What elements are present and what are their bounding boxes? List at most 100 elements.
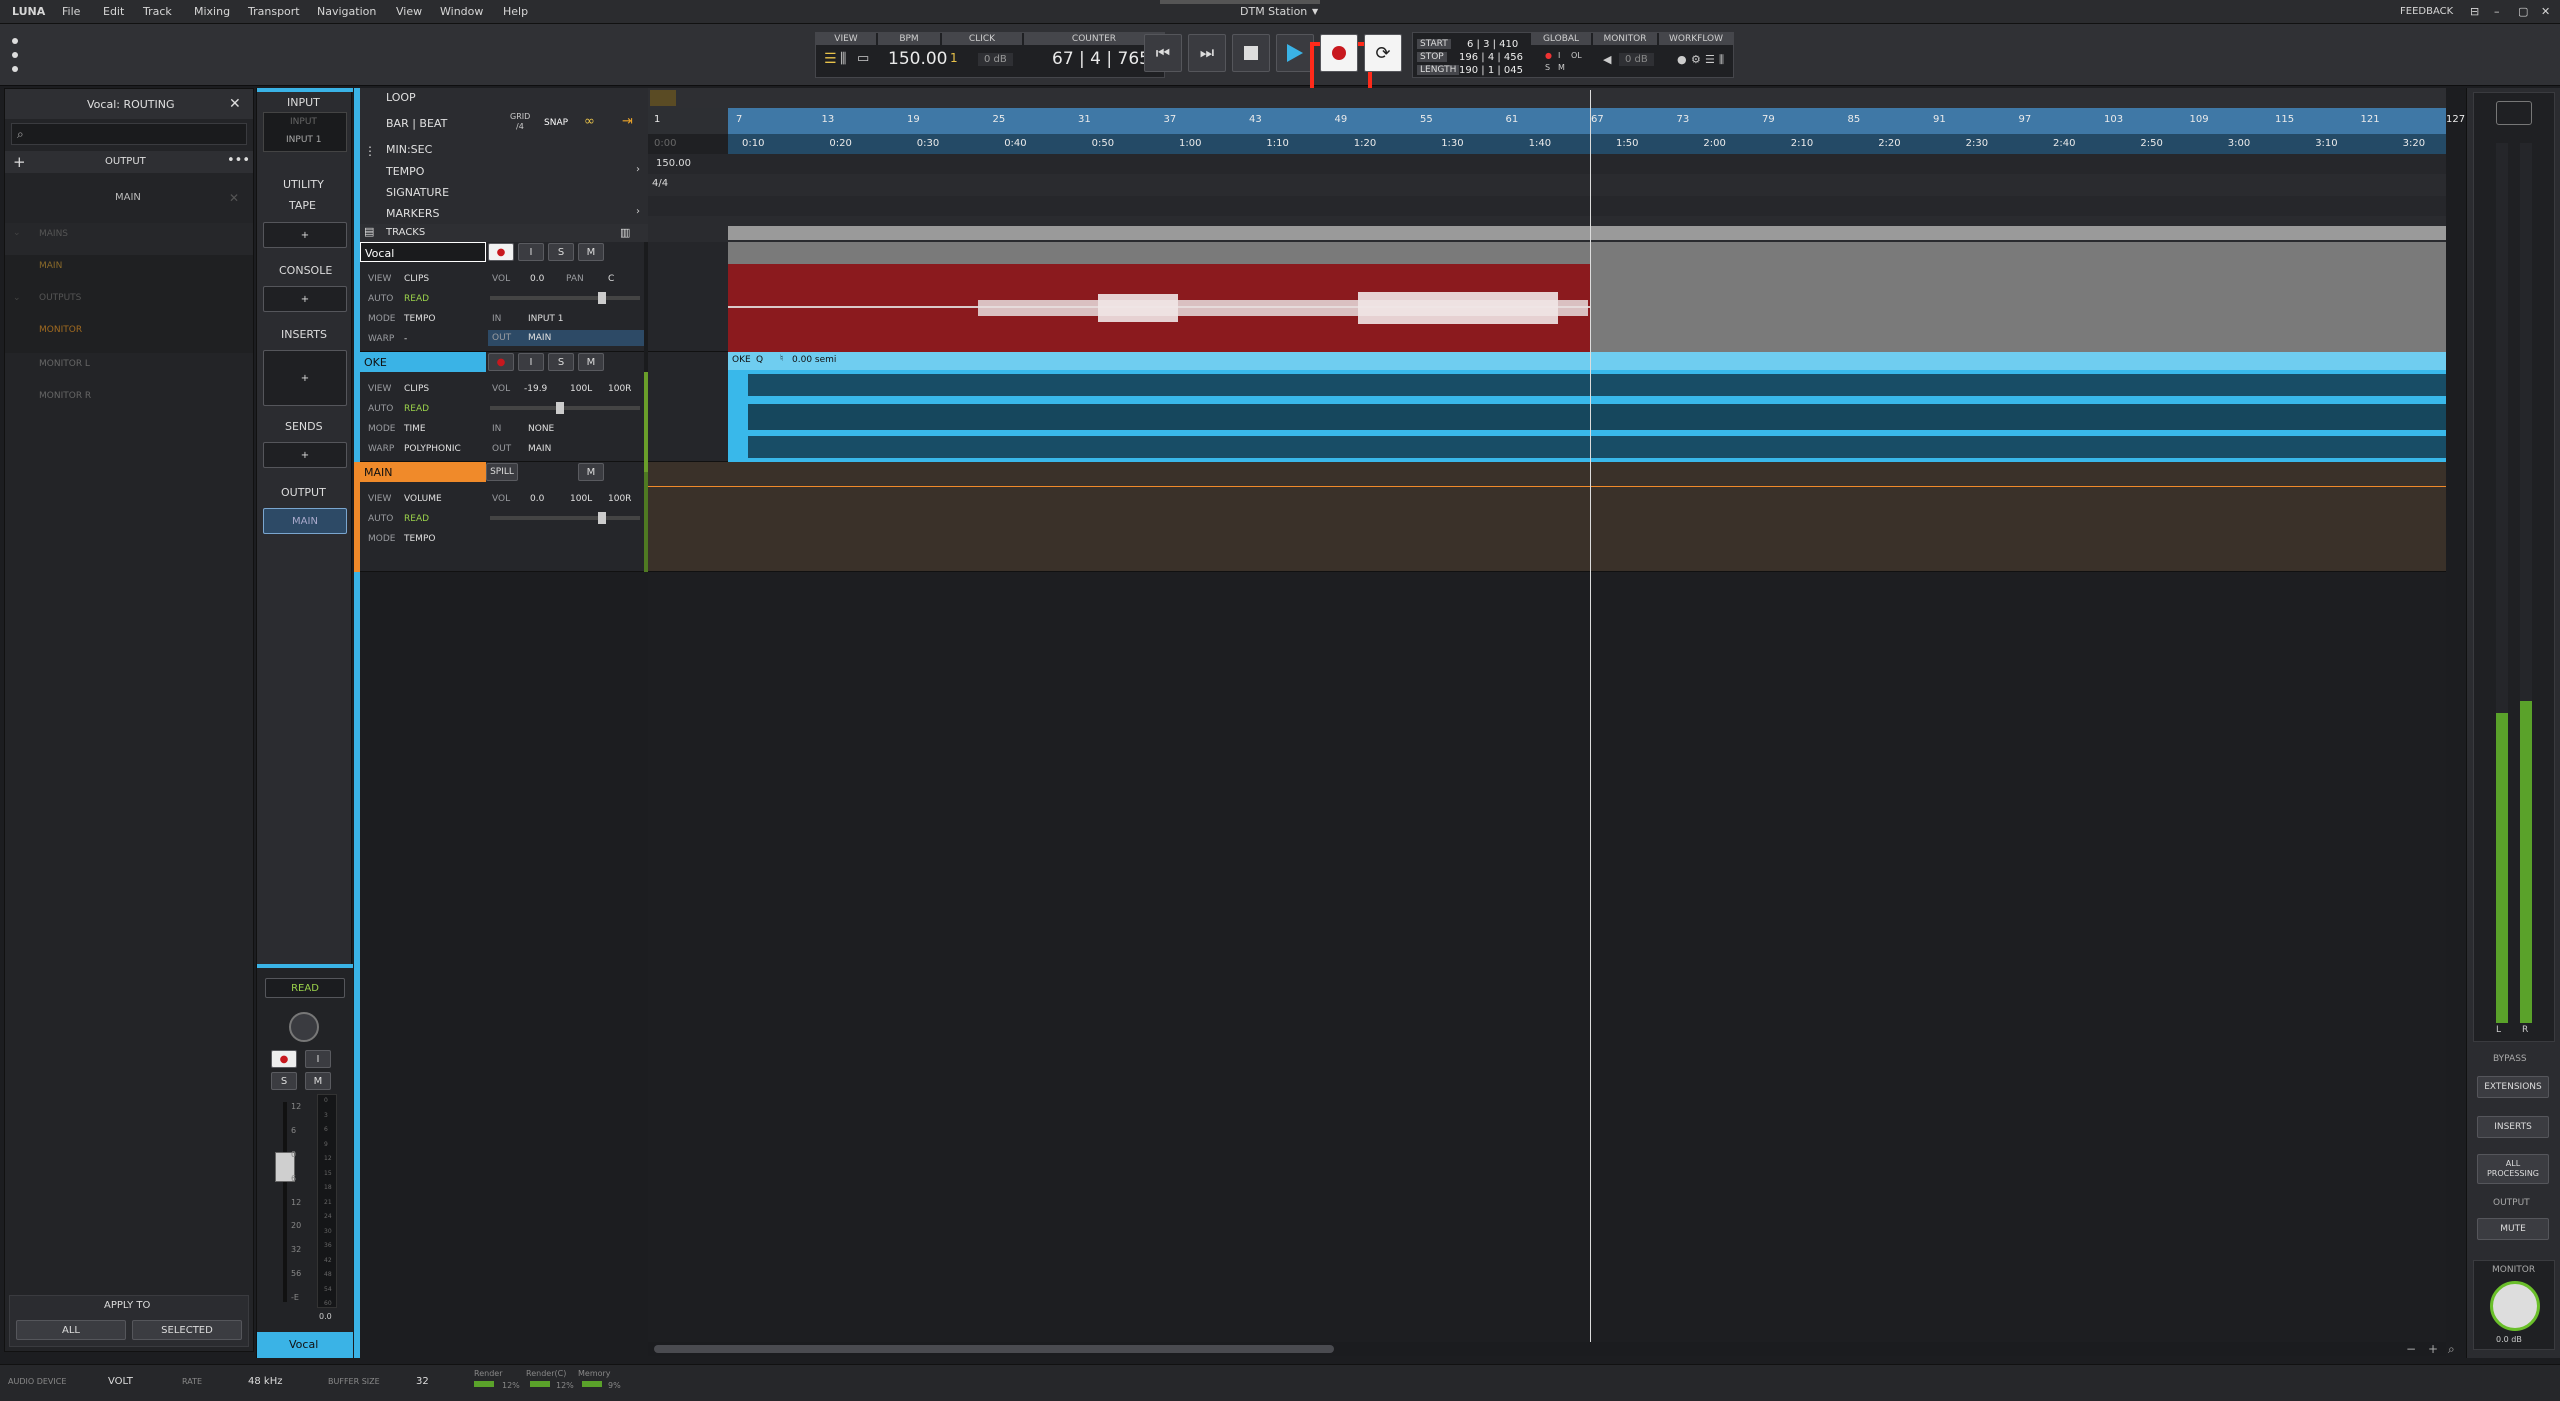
loop-button[interactable]: ⟳ <box>1364 34 1402 72</box>
bypass-all-processing-button[interactable]: ALL PROCESSING <box>2477 1154 2549 1184</box>
bypass-extensions-button[interactable]: EXTENSIONS <box>2477 1076 2549 1098</box>
view-mixer-icon[interactable]: ⫼ <box>840 51 846 67</box>
chevron-right-icon[interactable]: › <box>636 206 640 217</box>
input-selector[interactable]: INPUT INPUT 1 <box>263 112 347 152</box>
tree-mains-header[interactable]: MAINS <box>39 229 68 239</box>
console-slot[interactable]: + <box>263 286 347 312</box>
view-value[interactable]: CLIPS <box>404 274 429 284</box>
in-value[interactable]: INPUT 1 <box>528 314 564 324</box>
playhead[interactable] <box>1590 90 1591 1342</box>
strip-name-bar[interactable]: Vocal <box>257 1332 353 1358</box>
maximize-icon[interactable]: ▢ <box>2518 5 2528 18</box>
clip-quantize-button[interactable]: Q <box>756 355 763 365</box>
link-icon[interactable]: ∞ <box>584 114 595 129</box>
grid-label[interactable]: GRID <box>510 112 530 121</box>
buffer-size-value[interactable]: 32 <box>416 1376 429 1387</box>
spill-button[interactable]: SPILL <box>486 463 518 481</box>
add-output-icon[interactable]: + <box>13 153 26 171</box>
monitor-db-value[interactable]: 0 dB <box>1619 53 1654 66</box>
monitor-knob[interactable] <box>2490 1281 2540 1331</box>
mode-value[interactable]: TIME <box>404 424 426 434</box>
menu-mixing[interactable]: Mixing <box>194 5 230 18</box>
automation-mode-selector[interactable]: READ <box>265 978 345 998</box>
pan-left-value[interactable]: 100L <box>570 494 592 504</box>
auto-value[interactable]: READ <box>404 294 429 304</box>
vocal-clip[interactable] <box>728 264 1590 352</box>
signature-value[interactable]: 4/4 <box>652 178 668 189</box>
pan-left-value[interactable]: 100L <box>570 384 592 394</box>
global-input-button[interactable]: I <box>1558 51 1560 60</box>
tracks-menu-icon[interactable]: ▤ <box>364 225 374 238</box>
play-button[interactable] <box>1276 34 1314 72</box>
track-name-field[interactable]: MAIN <box>360 462 486 482</box>
strip-solo-button[interactable]: S <box>271 1072 297 1090</box>
workflow-icon-2[interactable]: ⚙ <box>1691 53 1701 66</box>
tree-outputs-header[interactable]: OUTPUTS <box>39 293 81 303</box>
window-layout-icon[interactable]: ⊟ <box>2470 5 2479 18</box>
strip-mute-button[interactable]: M <box>305 1072 331 1090</box>
track-mute-button[interactable]: M <box>578 243 604 261</box>
menu-navigation[interactable]: Navigation <box>317 5 376 18</box>
global-ol-button[interactable]: OL <box>1571 51 1582 60</box>
track-record-button[interactable]: ● <box>488 243 514 261</box>
station-name[interactable]: DTM Station <box>1240 5 1307 18</box>
counter-value[interactable]: 67 | 4 | 765 <box>1052 49 1150 69</box>
track-solo-button[interactable]: S <box>548 353 574 371</box>
bypass-inserts-button[interactable]: INSERTS <box>2477 1116 2549 1138</box>
app-menu[interactable]: LUNA <box>12 5 45 18</box>
tree-monitor-l-item[interactable]: MONITOR L <box>39 359 90 369</box>
track-header-vocal[interactable]: Vocal ● I S M VIEW CLIPS AUTO READ MODE … <box>360 242 648 352</box>
track-mute-button[interactable]: M <box>578 353 604 371</box>
strip-input-button[interactable]: I <box>305 1050 331 1068</box>
zoom-in-icon[interactable]: + <box>2428 1342 2438 1356</box>
menu-view[interactable]: View <box>396 5 422 18</box>
go-to-start-button[interactable]: ⏮ <box>1144 34 1182 72</box>
global-solo-button[interactable]: S <box>1545 63 1550 72</box>
zoom-fit-icon[interactable]: ⌕ <box>2448 1342 2455 1357</box>
vol-value[interactable]: -19.9 <box>524 384 547 394</box>
snap-button[interactable]: SNAP <box>544 118 568 128</box>
grid-value[interactable]: /4 <box>516 122 524 131</box>
menu-help[interactable]: Help <box>503 5 528 18</box>
tree-main-item[interactable]: MAIN <box>39 261 62 271</box>
track-input-button[interactable]: I <box>518 353 544 371</box>
tape-slot[interactable]: + <box>263 222 347 248</box>
warp-value[interactable]: - <box>404 334 407 344</box>
stop-button[interactable] <box>1232 34 1270 72</box>
markers-ruler[interactable] <box>648 196 2446 216</box>
auto-value[interactable]: READ <box>404 404 429 414</box>
ruler-menu-icon[interactable]: ⋮ <box>364 144 376 158</box>
track-input-button[interactable]: I <box>518 243 544 261</box>
track-view-toggle-icon[interactable]: ▥ <box>620 226 630 239</box>
view-value[interactable]: CLIPS <box>404 384 429 394</box>
workflow-bars-icon[interactable]: ⫼ <box>1719 53 1724 67</box>
vol-slider[interactable] <box>490 402 640 414</box>
start-value[interactable]: 6 | 3 | 410 <box>1467 39 1518 50</box>
record-button[interactable] <box>1320 34 1358 72</box>
out-value[interactable]: MAIN <box>528 444 551 454</box>
tempo-value[interactable]: 150.00 <box>656 158 691 169</box>
chevron-down-icon[interactable]: ⌄ <box>13 293 21 303</box>
chevron-down-icon[interactable]: ▼ <box>1312 7 1318 16</box>
strip-record-button[interactable]: ● <box>271 1050 297 1068</box>
chevron-down-icon[interactable]: ⌄ <box>13 228 21 238</box>
workflow-icon-1[interactable]: ● <box>1677 53 1687 66</box>
view-list-icon[interactable]: ☰ <box>824 51 837 67</box>
more-icon[interactable]: ••• <box>227 153 250 168</box>
warp-value[interactable]: POLYPHONIC <box>404 444 461 454</box>
mode-value[interactable]: TEMPO <box>404 314 435 324</box>
pitch-semi-value[interactable]: 0.00 semi <box>792 355 836 365</box>
global-mute-button[interactable]: M <box>1558 63 1565 72</box>
empty-arrange-area[interactable] <box>648 572 2446 1342</box>
tree-monitor-r-item[interactable]: MONITOR R <box>39 391 91 401</box>
track-lane-main[interactable] <box>648 462 2446 572</box>
track-header-oke[interactable]: OKE ● I S M VIEW CLIPS AUTO READ MODE TI… <box>360 352 648 462</box>
routing-search-input[interactable]: ⌕ <box>11 123 247 145</box>
menu-file[interactable]: File <box>62 5 80 18</box>
track-lane-oke[interactable]: OKE Q ♮ 0.00 semi <box>648 352 2446 462</box>
vol-value[interactable]: 0.0 <box>530 274 544 284</box>
sidebar-menu-icon[interactable] <box>10 38 20 72</box>
bar-ruler[interactable]: 1 7 13 19 25 31 37 43 49 55 61 67 73 79 85 91 97 103 109 11… <box>648 108 2465 134</box>
vol-slider[interactable] <box>490 512 640 524</box>
menu-transport[interactable]: Transport <box>248 5 300 18</box>
